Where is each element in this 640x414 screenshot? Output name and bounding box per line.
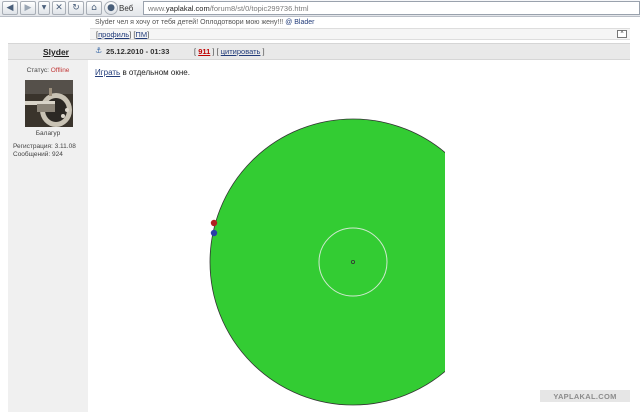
- avatar[interactable]: [25, 80, 73, 127]
- forward-button[interactable]: ▶: [20, 1, 36, 15]
- author-status: Статус: Offline: [8, 67, 88, 74]
- author-rank: Балагур: [35, 130, 61, 137]
- author-sidebar: Статус: Offline Балагур Регистрация: 3.1…: [8, 60, 88, 412]
- post-body-rest: в отдельном окне.: [120, 68, 190, 77]
- author-name-link[interactable]: Slyder: [16, 47, 96, 57]
- previous-post-signature: @ Blader: [285, 19, 315, 26]
- stop-button[interactable]: ✕: [52, 1, 66, 15]
- url-prefix: www.: [148, 3, 166, 13]
- green-disc[interactable]: [209, 118, 497, 406]
- bracket: ]: [262, 47, 265, 56]
- bracket: ]: [147, 30, 150, 39]
- browser-toolbar: ◀ ▶ ▼ ✕ ↻ ⌂ ● Веб www. yaplakal.com/forum…: [0, 0, 640, 17]
- dropdown-icon: ▼: [41, 4, 47, 11]
- game-canvas[interactable]: [205, 112, 497, 412]
- registration-date: Регистрация: 3.11.08: [13, 143, 76, 150]
- reload-button[interactable]: ↻: [68, 1, 84, 15]
- stop-icon: ✕: [55, 2, 63, 13]
- home-button[interactable]: ⌂: [86, 1, 102, 15]
- status-label: Статус:: [26, 67, 49, 74]
- quote-link[interactable]: цитировать: [221, 47, 261, 56]
- post-header: Slyder ⚓ 25.12.2010 - 01:33 [ 911 ] [ ци…: [8, 43, 630, 60]
- previous-post-links: [профиль] [ПМ]: [96, 30, 149, 39]
- post-date: 25.12.2010 - 01:33: [106, 47, 170, 56]
- bracket: ] [: [212, 47, 219, 56]
- previous-post-text: Slyder чел я хочу от тебя детей! Оплодот…: [95, 18, 314, 27]
- forward-arrow-icon: ▶: [24, 2, 32, 13]
- home-icon: ⌂: [91, 2, 97, 13]
- history-dropdown-button[interactable]: ▼: [38, 1, 50, 15]
- web-icon: ●: [107, 2, 115, 13]
- previous-post-message: Slyder чел я хочу от тебя детей! Оплодот…: [95, 19, 284, 26]
- play-in-window-link[interactable]: Играть: [95, 68, 120, 77]
- status-badge: Offline: [50, 67, 70, 74]
- post-body-text: Играть в отдельном окне.: [95, 68, 190, 77]
- reload-icon: ↻: [72, 2, 80, 13]
- address-bar[interactable]: www. yaplakal.com/forum8/st/0/topic299736…: [143, 1, 640, 15]
- red-player-dot[interactable]: [210, 219, 218, 227]
- post-number-link[interactable]: 911: [198, 47, 210, 56]
- back-arrow-icon: ◀: [6, 2, 14, 13]
- message-count: Сообщений: 924: [13, 151, 63, 158]
- anchor-icon[interactable]: ⚓: [95, 46, 102, 55]
- url-path: /forum8/st/0/topic299736.html: [209, 3, 309, 13]
- author-stats: Регистрация: 3.11.08 Сообщений: 924: [13, 143, 76, 159]
- url-host: yaplakal.com: [165, 3, 210, 13]
- site-watermark: YAPLAKAL.COM: [540, 390, 630, 402]
- guitar-avatar-image: [25, 80, 73, 127]
- pm-link[interactable]: ПМ: [135, 30, 147, 39]
- profile-link[interactable]: профиль: [98, 30, 129, 39]
- scroll-top-button[interactable]: ^: [617, 30, 627, 38]
- back-button[interactable]: ◀: [2, 1, 18, 15]
- post-links: [ 911 ] [ цитировать ]: [194, 47, 265, 56]
- bracket: [: [194, 47, 197, 56]
- previous-post-footer: [профиль] [ПМ] ^: [90, 28, 630, 40]
- blue-player-dot[interactable]: [210, 229, 218, 237]
- web-label[interactable]: Веб: [119, 1, 141, 15]
- flash-game-area[interactable]: [205, 112, 497, 412]
- web-search-button[interactable]: ●: [104, 1, 118, 15]
